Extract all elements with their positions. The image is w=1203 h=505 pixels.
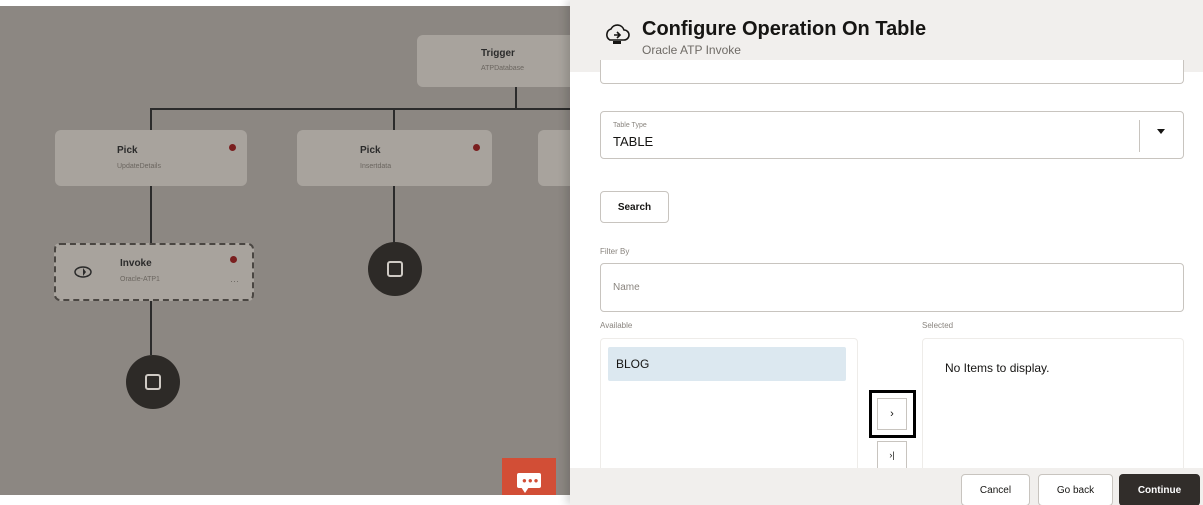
cloud-invoke-icon [606,24,630,44]
filter-name-input[interactable]: Name [600,263,1184,312]
stop-icon [145,374,161,390]
search-button[interactable]: Search [600,191,669,223]
canvas-bottom-border [0,495,570,505]
cancel-button[interactable]: Cancel [961,474,1030,505]
continue-button[interactable]: Continue [1119,474,1200,505]
trigger-node-sub: ATPDatabase [481,65,525,72]
trigger-node[interactable]: Trigger ATPDatabase [417,35,570,87]
end-node-2[interactable] [368,242,422,296]
connector-invoke-end [150,301,152,355]
filter-by-label: Filter By [600,247,630,256]
previous-field-partial[interactable] [600,60,1184,84]
chat-dots: ●●● [522,476,540,485]
cloud-invoke-icon [74,266,92,278]
connector-trigger-down [515,87,517,109]
error-indicator-icon [229,144,236,151]
invoke-node-title: Invoke [120,258,152,269]
pick-node-2-sub: Insertdata [360,163,392,170]
pick-node-1-title: Pick [117,145,138,156]
panel-title: Configure Operation On Table [642,18,927,40]
selected-empty-text: No Items to display. [945,361,1050,375]
move-selected-button[interactable]: › [877,398,907,430]
filter-name-placeholder: Name [613,282,640,293]
available-label: Available [600,321,633,330]
node-menu-icon[interactable]: ··· [230,276,239,286]
table-type-value: TABLE [613,134,654,149]
error-indicator-icon [473,144,480,151]
connector-horizontal [150,108,570,110]
invoke-node[interactable]: Invoke Oracle-ATP1 ··· [54,243,254,301]
connector-pick2 [393,108,395,130]
select-divider [1139,120,1140,152]
integration-canvas: Trigger ATPDatabase Pick UpdateDetails P… [0,0,570,505]
selected-list[interactable] [922,338,1184,473]
canvas-top-border [0,0,570,6]
move-all-button[interactable]: ›| [877,441,907,469]
list-item-blog[interactable]: BLOG [608,347,846,381]
selected-label: Selected [922,321,954,330]
connector-pick2-end [393,186,395,244]
chevron-down-icon[interactable] [1157,129,1165,134]
pick-node-2-title: Pick [360,145,381,156]
end-node-1[interactable] [126,355,180,409]
pick-node-1-sub: UpdateDetails [117,163,161,170]
pick-node-2[interactable]: Pick Insertdata [297,130,492,186]
table-type-select[interactable]: Table Type TABLE [600,111,1184,159]
invoke-node-sub: Oracle-ATP1 [120,276,160,283]
error-indicator-icon [230,256,237,263]
connector-pick1-invoke [150,186,152,244]
stop-icon [387,261,403,277]
go-back-button[interactable]: Go back [1038,474,1113,505]
pick-node-3-partial[interactable] [538,130,570,186]
connector-pick1 [150,108,152,130]
trigger-node-title: Trigger [481,48,515,59]
pick-node-1[interactable]: Pick UpdateDetails [55,130,247,186]
panel-subtitle: Oracle ATP Invoke [642,43,741,57]
table-type-label: Table Type [613,122,647,129]
